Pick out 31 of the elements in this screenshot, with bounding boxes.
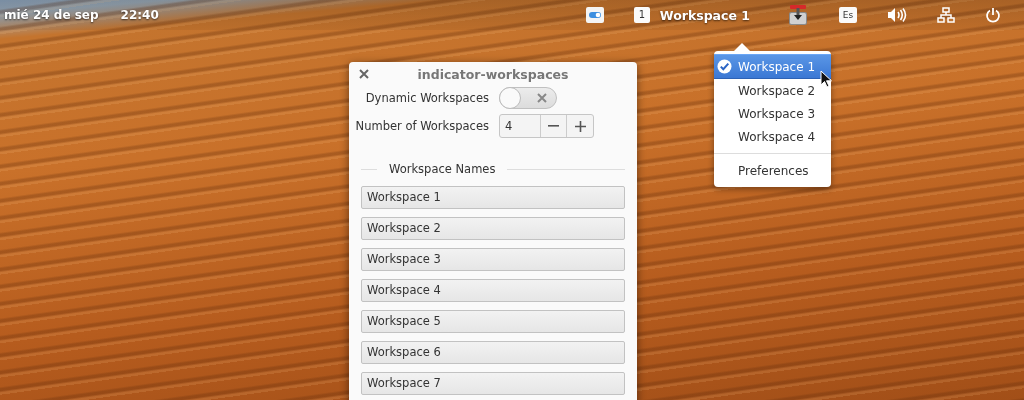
volume-icon[interactable] (887, 7, 907, 23)
check-icon (717, 59, 732, 74)
workspace-name-field[interactable]: Workspace 3 (361, 248, 625, 271)
workspace-indicator[interactable]: Workspace 1 (659, 7, 750, 23)
dynamic-workspaces-switch[interactable] (499, 87, 557, 109)
power-icon[interactable] (985, 7, 1001, 23)
number-of-workspaces-label: Number of Workspaces (354, 119, 489, 133)
keyboard-layout-indicator[interactable]: Es (839, 7, 857, 23)
window-title: indicator-workspaces (416, 66, 570, 82)
workspace-name-field[interactable]: Workspace 4 (361, 279, 625, 302)
workspace-name-field[interactable]: Workspace 2 (361, 217, 625, 240)
close-icon[interactable] (359, 69, 369, 79)
off-cross-icon (537, 93, 547, 103)
workspace-name-field[interactable]: Workspace 5 (361, 310, 625, 333)
clock-label[interactable]: 22:40 (120, 8, 159, 22)
network-icon[interactable] (937, 7, 955, 23)
workspace-name-field[interactable]: Workspace 1 (361, 186, 625, 209)
workspace-name-field[interactable]: Workspace 7 (361, 372, 625, 395)
workspace-number-badge[interactable]: 1 (633, 7, 650, 23)
dynamic-workspaces-label: Dynamic Workspaces (364, 91, 489, 105)
workspace-name-field[interactable]: Workspace 6 (361, 341, 625, 364)
toggle-indicator-icon[interactable] (584, 6, 605, 24)
menu-item[interactable]: Workspace 3 (714, 102, 831, 125)
menu-item[interactable]: Workspace 4 (714, 125, 831, 148)
section-heading: Workspace Names (388, 162, 497, 176)
download-indicator-icon[interactable] (787, 4, 809, 26)
menu-item[interactable]: Workspace 2 (714, 79, 831, 102)
minus-icon (548, 125, 560, 127)
menu-item[interactable]: Workspace 1 (714, 54, 831, 79)
preferences-menu-item[interactable]: Preferences (714, 159, 831, 183)
plus-icon (574, 120, 586, 132)
